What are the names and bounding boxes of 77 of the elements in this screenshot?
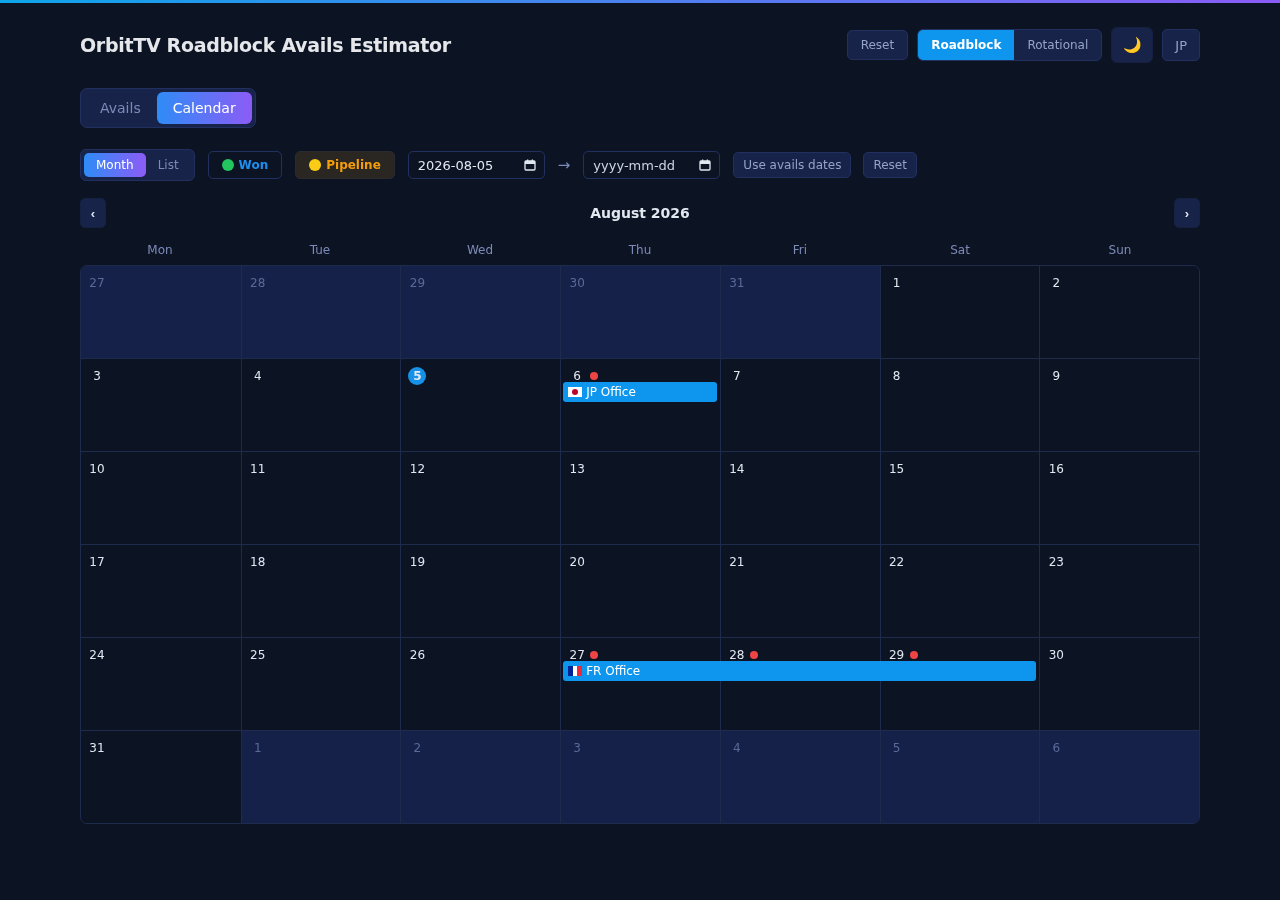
- day-number: 29: [408, 275, 427, 292]
- day-number: 19: [408, 554, 427, 571]
- day-number: 7: [732, 368, 742, 385]
- day-number: 6: [1051, 740, 1062, 757]
- calendar-icon[interactable]: [523, 159, 536, 171]
- end-date-field[interactable]: yyyy-mm-dd: [583, 151, 721, 179]
- day-number: 27: [568, 647, 586, 664]
- filter-label: Pipeline: [326, 158, 381, 172]
- day-number: 31: [88, 740, 106, 757]
- weekday-label: Sun: [1107, 243, 1133, 257]
- previous-month-button[interactable]: ‹: [80, 198, 106, 228]
- day-number: 16: [1047, 461, 1065, 478]
- day-number: 23: [1047, 554, 1065, 571]
- day-number: 26: [408, 647, 427, 664]
- theme-button[interactable]: 🌙: [1111, 27, 1154, 63]
- day-number: 13: [568, 461, 586, 478]
- day-number: 2: [412, 740, 423, 757]
- day-number: 4: [732, 740, 742, 757]
- day-number: 1: [252, 740, 263, 757]
- view-option[interactable]: List: [145, 153, 191, 177]
- status-filter[interactable]: Pipeline: [295, 151, 395, 179]
- day-number: 28: [728, 647, 746, 664]
- day-number: 24: [88, 647, 106, 664]
- weekday-label: Sat: [949, 243, 971, 257]
- next-month-button[interactable]: ›: [1174, 198, 1200, 228]
- day-number: 10: [88, 461, 106, 478]
- month-title: August 2026: [590, 205, 690, 221]
- day-number: 4: [252, 368, 263, 385]
- weekday-label: Thu: [627, 243, 653, 257]
- start-date-field[interactable]: 2026-08-05: [407, 151, 545, 179]
- filter-label: Won: [238, 158, 269, 172]
- view-option[interactable]: Month: [84, 153, 146, 177]
- day-number: 12: [408, 461, 427, 478]
- day-number: 11: [249, 461, 267, 478]
- flag-icon: [568, 387, 583, 397]
- status-filter[interactable]: Won: [207, 151, 283, 179]
- day-number: 3: [92, 368, 102, 385]
- day-number: 28: [249, 275, 267, 292]
- calendar-icon[interactable]: [699, 159, 712, 171]
- weekday-label: Tue: [308, 243, 332, 257]
- weekday-label: Wed: [465, 243, 495, 257]
- event-label: FR Office: [586, 664, 641, 678]
- day-number: 2: [1051, 275, 1062, 292]
- day-number: 15: [887, 461, 906, 478]
- event-label: JP Office: [586, 385, 636, 399]
- day-number: 25: [249, 647, 267, 664]
- day-number: 5: [891, 740, 902, 757]
- day-number: 30: [1047, 647, 1065, 664]
- reset-button[interactable]: Reset: [846, 30, 909, 60]
- day-number: 8: [891, 368, 902, 385]
- weekday-label: Fri: [791, 243, 809, 257]
- day-number: 30: [568, 275, 586, 292]
- weekday-label: Mon: [146, 243, 174, 257]
- day-number: 29: [887, 647, 906, 664]
- flag-icon: [568, 666, 583, 676]
- day-number: 14: [728, 461, 746, 478]
- day-number: 22: [887, 554, 906, 571]
- day-number: 20: [568, 554, 586, 571]
- day-number: 27: [88, 275, 106, 292]
- arrow-text: →: [557, 156, 571, 174]
- use-avails-dates-button[interactable]: Use avails dates: [733, 152, 852, 178]
- day-number: 3: [572, 740, 582, 757]
- day-number: 18: [249, 554, 267, 571]
- day-number: 9: [1051, 368, 1062, 385]
- reset-button[interactable]: Reset: [863, 152, 917, 178]
- day-number: 31: [728, 275, 746, 292]
- day-number: 17: [88, 554, 106, 571]
- tab[interactable]: Calendar: [156, 92, 252, 124]
- day-number: 1: [891, 275, 902, 292]
- day-number: 5: [408, 367, 427, 385]
- tab[interactable]: Avails: [84, 92, 157, 124]
- app-title: OrbitTV Roadblock Avails Estimator: [80, 34, 451, 56]
- mode-option[interactable]: Rotational: [1014, 30, 1102, 60]
- language-button[interactable]: JP: [1162, 29, 1200, 61]
- day-number: 21: [728, 554, 746, 571]
- day-cell[interactable]: 2: [1039, 266, 1199, 358]
- day-number: 6: [572, 368, 582, 385]
